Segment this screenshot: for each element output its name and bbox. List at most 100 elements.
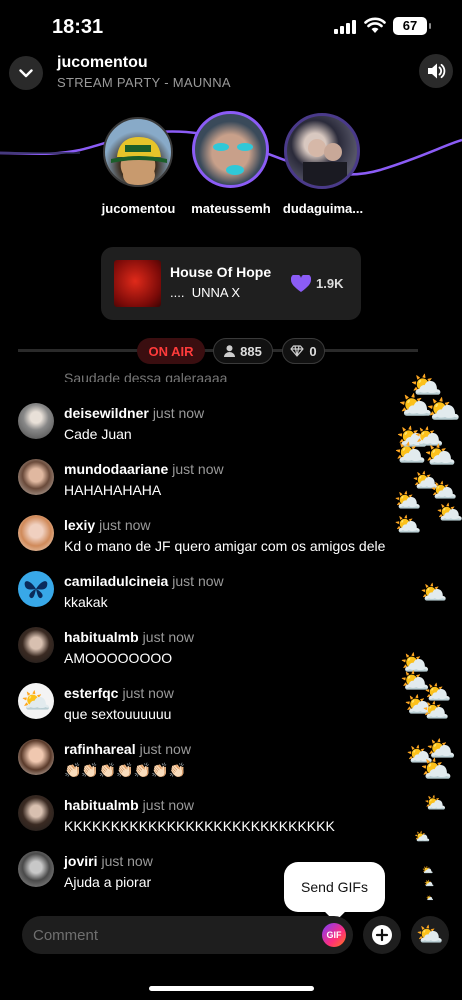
chat-text: kkakak (64, 594, 108, 610)
like-count: 1.9K (316, 276, 344, 291)
gif-button[interactable]: GIF (322, 923, 346, 947)
chat-text: Ajuda a piorar (64, 874, 152, 890)
diamond-icon (290, 345, 304, 357)
chat-username[interactable]: rafinhareal (64, 741, 136, 757)
chat-message: mundodaariane just now HAHAHAHAHA (0, 459, 462, 509)
chat-username[interactable]: camiladulcineia (64, 573, 168, 589)
chat-time: just now (101, 853, 153, 869)
sun-cloud-icon[interactable]: ⛅ (18, 683, 54, 719)
on-air-badge: ON AIR (137, 338, 205, 364)
member-name-3: dudaguima... (282, 201, 364, 216)
chat-time: just now (99, 517, 151, 533)
chat-username[interactable]: esterfqc (64, 685, 118, 701)
chat-username[interactable]: habitualmb (64, 797, 139, 813)
chat-message: ⛅ esterfqc just now que sextouuuuuu (0, 683, 462, 733)
sun-cloud-icon: ⛅ (420, 580, 448, 605)
chat-message: habitualmb just now KKKKKKKKKKKKKKKKKKKKK… (0, 795, 462, 845)
viewer-count: 885 (240, 343, 262, 359)
home-indicator[interactable] (149, 986, 314, 991)
avatar[interactable] (18, 459, 54, 495)
send-gifs-tooltip[interactable]: Send GIFs (284, 862, 385, 912)
sun-cloud-icon: ⛅ (414, 829, 431, 844)
sun-cloud-icon: ⛅ (424, 879, 434, 888)
heart-icon[interactable] (291, 275, 311, 293)
chat-username[interactable]: mundodaariane (64, 461, 168, 477)
volume-button[interactable] (419, 54, 453, 88)
sun-cloud-icon: ⛅ (420, 754, 453, 784)
now-playing-card[interactable]: House Of Hope .... UNNA X 1.9K (101, 247, 361, 320)
chat-message-partial: Saudade dessa galeraaaa (64, 370, 228, 382)
chat-username[interactable]: habitualmb (64, 629, 139, 645)
sun-cloud-icon: ⛅ (430, 478, 458, 503)
album-art (114, 260, 161, 307)
plus-circle-icon (372, 925, 392, 945)
chat-time: just now (152, 405, 205, 421)
collapse-button[interactable] (9, 56, 43, 90)
chat-time: just now (122, 685, 174, 701)
avatar[interactable] (18, 739, 54, 775)
chat-time: just now (172, 573, 224, 589)
status-time: 18:31 (52, 16, 104, 38)
artist-prefix: .... (170, 285, 185, 300)
avatar[interactable] (18, 627, 54, 663)
member-name-1: jucomentou (101, 201, 176, 216)
chat-time: just now (172, 461, 224, 477)
stream-subtitle: STREAM PARTY - MAUNNA (57, 75, 231, 90)
add-button[interactable] (363, 916, 401, 954)
butterfly-icon (24, 581, 48, 599)
member-avatar-3[interactable] (284, 113, 360, 189)
avatar[interactable] (18, 403, 54, 439)
speaker-icon (428, 63, 446, 79)
member-avatar-1[interactable] (103, 117, 173, 187)
sun-cloud-icon: ⛅ (422, 698, 450, 723)
avatar[interactable] (18, 851, 54, 887)
member-avatar-2[interactable] (192, 111, 269, 188)
chat-text: Cade Juan (64, 426, 132, 442)
chat-message: habitualmb just now AMOOOOOOOO (0, 627, 462, 677)
song-artist: .... UNNA X (170, 285, 240, 300)
chat-text: 👏🏻👏🏻👏🏻👏🏻👏🏻👏🏻👏🏻 (64, 762, 187, 778)
comment-input[interactable] (22, 916, 312, 954)
avatar[interactable] (18, 795, 54, 831)
chat-username[interactable]: joviri (64, 853, 97, 869)
stream-header: jucomentou STREAM PARTY - MAUNNA (0, 52, 462, 96)
viewer-count-badge[interactable]: 885 (213, 338, 273, 364)
reaction-button[interactable]: ⛅ (411, 916, 449, 954)
sun-cloud-icon: ⛅ (422, 865, 434, 875)
person-icon (224, 345, 236, 357)
cellular-signal-icon (334, 20, 356, 34)
chat-text: Kd o mano de JF quero amigar com os amig… (64, 538, 386, 554)
comment-bar: GIF (22, 916, 353, 954)
sun-cloud-icon: ⛅ (424, 440, 457, 470)
host-name[interactable]: jucomentou (57, 54, 148, 72)
sun-cloud-icon: ⛅ (416, 922, 444, 947)
sun-cloud-icon: ⛅ (436, 500, 462, 525)
chat-text: AMOOOOOOOO (64, 650, 173, 666)
avatar[interactable] (18, 515, 54, 551)
chat-time: just now (142, 629, 195, 645)
chat-username[interactable]: deisewildner (64, 405, 149, 421)
sun-cloud-icon: ⛅ (394, 512, 422, 537)
chat-message: joviri just now Ajuda a piorar (0, 851, 462, 901)
chat-text: KKKKKKKKKKKKKKKKKKKKKKKKKKKKK (64, 818, 335, 834)
status-bar: 18:31 67 (0, 0, 462, 52)
chevron-down-icon (19, 68, 33, 77)
chat-message: rafinhareal just now 👏🏻👏🏻👏🏻👏🏻👏🏻👏🏻👏🏻 (0, 739, 462, 789)
gem-count: 0 (309, 343, 317, 359)
chat-time: just now (139, 741, 191, 757)
sun-cloud-icon: ⛅ (426, 896, 434, 902)
gem-count-badge[interactable]: 0 (282, 338, 325, 364)
chat-text: HAHAHAHAHA (64, 482, 162, 498)
artist-name: UNNA X (191, 285, 241, 300)
chat-message: lexiy just now Kd o mano de JF quero amig… (0, 515, 462, 565)
sun-cloud-icon: ⛅ (426, 394, 461, 425)
avatar[interactable] (18, 571, 54, 607)
sun-cloud-icon: ⛅ (394, 438, 427, 468)
sun-cloud-icon: ⛅ (424, 793, 447, 813)
chat-text: que sextouuuuuu (64, 706, 172, 722)
chat-message: camiladulcineia just now kkakak (0, 571, 462, 621)
song-title: House Of Hope (170, 264, 272, 280)
chat-username[interactable]: lexiy (64, 517, 95, 533)
chat-message: deisewildner just now Cade Juan (0, 403, 462, 453)
wifi-icon (364, 17, 386, 33)
